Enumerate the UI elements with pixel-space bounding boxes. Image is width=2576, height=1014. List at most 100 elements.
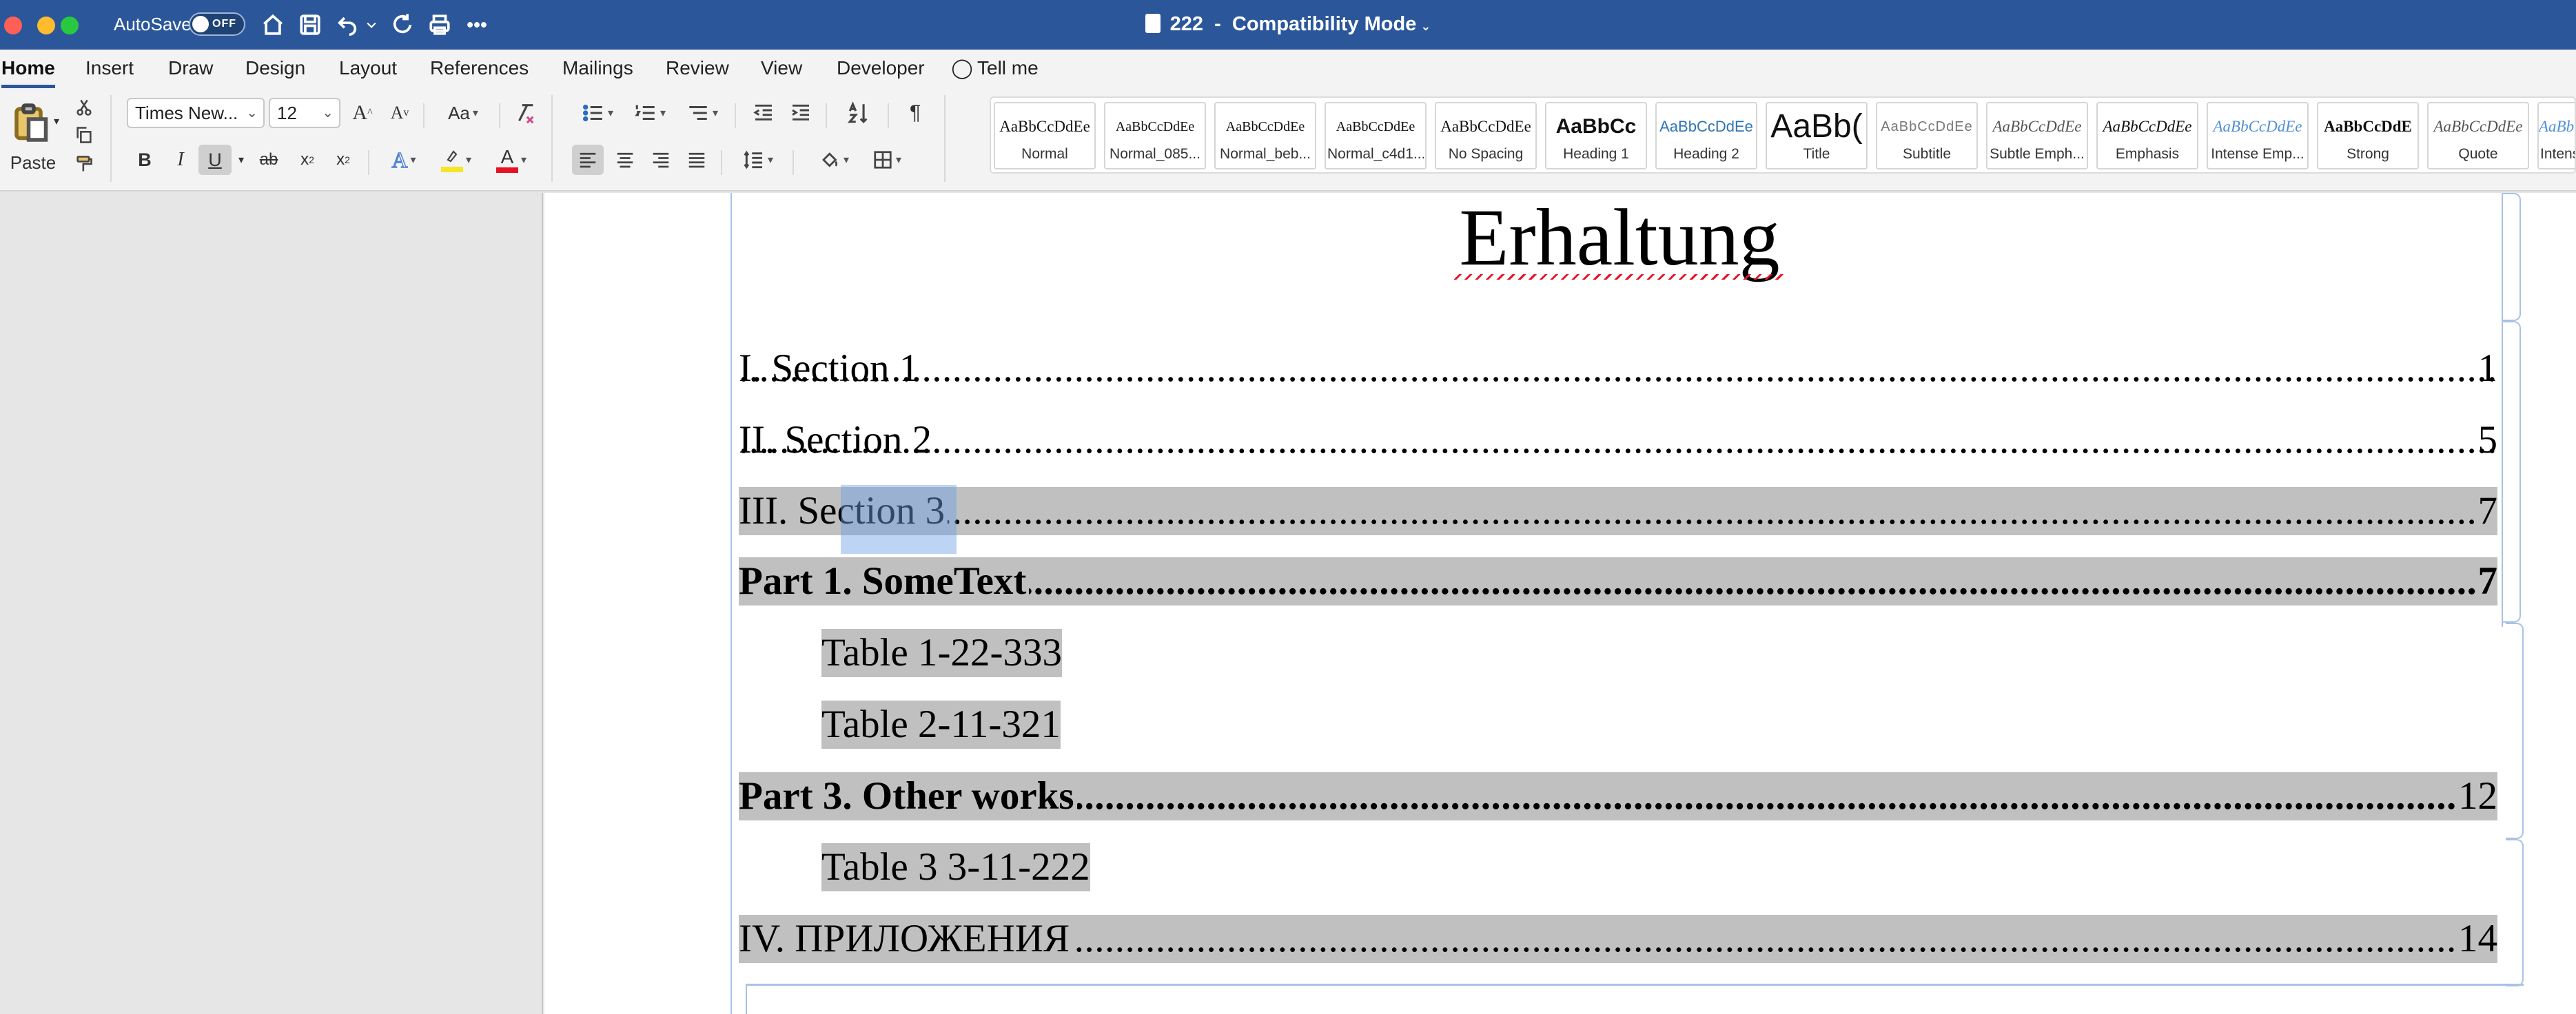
strikethrough-button[interactable]: ab [254,145,284,175]
toc-entry[interactable]: Part 1. SomeText 7 [739,557,2497,606]
underline-options-chevron-icon[interactable]: ▾ [233,145,249,175]
style-subtitle[interactable]: AaBbCcDdEe Subtitle [1876,102,1978,169]
shading-button[interactable]: ▾ [810,145,859,175]
align-center-button[interactable] [609,145,641,175]
style-normal-085[interactable]: AaBbCcDdEe Normal_085... [1104,102,1206,169]
separator [499,103,500,128]
style-name: Normal [1021,146,1068,162]
style-preview: AaBbCcDdEe [2433,118,2523,135]
toc-entry[interactable]: III. Section 37 [739,487,2497,535]
tab-references[interactable]: References [430,50,529,88]
tab-insert[interactable]: Insert [85,50,134,88]
increase-indent-icon[interactable] [786,98,816,128]
style-intense-emphasis[interactable]: AaBbCcDdEe Intense Emp... [2207,102,2309,169]
tell-me-search[interactable]: Tell me [977,50,1039,88]
tab-home[interactable]: Home [1,50,55,88]
font-color-swatch [495,167,518,173]
paste-options-chevron-icon[interactable]: ▾ [48,113,65,130]
style-heading-1[interactable]: AaBbCc Heading 1 [1545,102,1647,169]
highlight-color-button[interactable]: ▾ [431,145,481,175]
style-subtle-emphasis[interactable]: AaBbCcDdEe Subtle Emph... [1986,102,2088,169]
style-preview: AaBbCcDdEe [1440,118,1531,135]
style-preview: AaBbCcDdEe [999,118,1090,135]
style-heading-2[interactable]: AaBbCcDdEe Heading 2 [1655,102,1757,169]
tab-view[interactable]: View [761,50,802,88]
autosave-toggle[interactable]: OFF [189,12,245,36]
format-painter-icon[interactable] [72,152,96,176]
bullets-button[interactable]: ▾ [573,98,622,128]
style-no-spacing[interactable]: AaBbCcDdEe No Spacing [1435,102,1537,169]
text-selection [841,485,957,554]
bold-button[interactable]: B [130,145,160,175]
font-color-button[interactable]: A ▾ [487,145,536,175]
minimize-window-button[interactable] [37,17,55,34]
redo-icon[interactable] [387,10,418,40]
underline-button[interactable]: U [198,145,232,175]
style-emphasis[interactable]: AaBbCcDdEe Emphasis [2096,102,2198,169]
style-normal[interactable]: AaBbCcDdEe Normal [994,102,1096,169]
toc-page-number: 7 [2475,557,2497,606]
save-icon[interactable] [295,10,325,40]
toc-entry-text: Part 1. SomeText [739,557,1030,606]
superscript-button[interactable]: x2 [328,145,358,175]
style-quote[interactable]: AaBbCcDdEe Quote [2427,102,2529,169]
print-icon[interactable] [425,10,455,40]
italic-button[interactable]: I [165,145,196,175]
style-preview: AaBbCcDdEe [1336,119,1415,134]
tab-review[interactable]: Review [666,50,729,88]
toc-entry[interactable]: IV. ПРИЛОЖЕНИЯ 14 [739,915,2497,963]
tab-layout[interactable]: Layout [339,50,397,88]
toc-entry[interactable]: II. Section 2 5 [739,416,2497,464]
multilevel-list-button[interactable]: ▾ [678,98,726,128]
subscript-glyph: x [300,150,309,169]
style-intense-quote[interactable]: AaBbCcDdEe Intens [2537,102,2575,169]
toc-entry[interactable]: Part 3. Other works 12 [739,772,2497,820]
tab-design[interactable]: Design [245,50,305,88]
toc-subentry[interactable]: Table 3 3-11-222 [821,843,1090,891]
toc-subentry[interactable]: Table 2-11-321 [821,701,1061,749]
font-size-dropdown[interactable]: 12 ⌄ [269,98,340,128]
align-left-button[interactable] [572,145,604,175]
numbering-button[interactable]: ▾ [626,98,674,128]
document-heading[interactable]: Erhaltung [1378,193,1861,282]
line-spacing-button[interactable]: ▾ [733,145,783,175]
tab-developer[interactable]: Developer [837,50,925,88]
clear-formatting-icon[interactable] [510,98,540,128]
borders-button[interactable]: ▾ [863,145,911,175]
home-icon[interactable] [258,10,288,40]
style-normal-c4d1[interactable]: AaBbCcDdEe Normal_c4d1... [1325,102,1427,169]
style-title[interactable]: AaBb(Title [1766,102,1868,169]
grow-font-button[interactable]: A ^ [349,98,376,128]
text-effects-button[interactable]: A ▾ [379,145,429,175]
style-strong[interactable]: AaBbCcDdE Strong [2317,102,2419,169]
undo-icon[interactable] [332,10,362,40]
tab-mailings[interactable]: Mailings [562,50,633,88]
undo-dropdown-chevron-icon[interactable] [361,10,382,40]
toc-entry[interactable]: I. Section 1 1 [739,344,2497,393]
style-normal-beb[interactable]: AaBbCcDdEe Normal_beb... [1214,102,1316,169]
change-case-button[interactable]: Aa ▾ [437,98,489,128]
zoom-window-button[interactable] [61,17,79,34]
toc-subentry[interactable]: Table 1-22-333 [821,629,1062,677]
decrease-indent-icon[interactable] [748,98,779,128]
justify-button[interactable] [681,145,713,175]
cut-icon[interactable] [72,95,96,120]
separator [826,103,827,128]
sort-icon[interactable] [841,98,877,128]
title-chevron-icon[interactable]: ⌄ [1420,19,1431,33]
more-icon[interactable] [462,10,492,40]
paste-label[interactable]: Paste [7,150,59,175]
style-preview: AaBb( [1770,109,1863,145]
close-window-button[interactable] [4,17,22,34]
left-margin-area [0,193,543,1014]
copy-icon[interactable] [72,123,96,147]
subscript-button[interactable]: x2 [292,145,323,175]
tab-draw[interactable]: Draw [168,50,213,88]
show-formatting-marks-icon[interactable]: ¶ [900,98,930,128]
align-right-button[interactable] [645,145,677,175]
chevron-down-icon: ▾ [472,107,478,119]
separator [423,103,425,128]
font-name-dropdown[interactable]: Times New... ⌄ [127,98,265,128]
toc-page-number: 12 [2455,772,2497,820]
shrink-font-button[interactable]: Av [386,98,413,128]
